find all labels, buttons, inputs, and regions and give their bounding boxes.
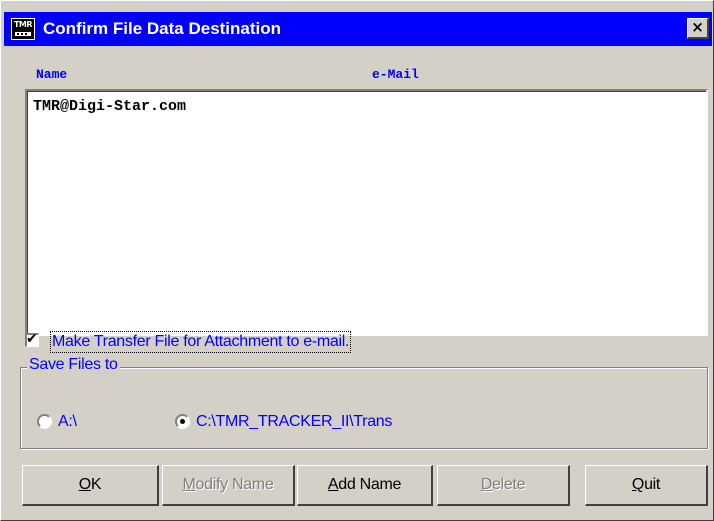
save-files-group-title: Save Files to (27, 356, 120, 374)
modify-name-button[interactable]: Modify Name (162, 465, 295, 506)
title-bar[interactable]: TMR Confirm File Data Destination × (4, 12, 712, 46)
confirm-file-dialog: TMR Confirm File Data Destination × Name… (0, 0, 714, 521)
list-item[interactable]: TMR@Digi-Star.com (33, 98, 186, 115)
column-header-email: e-Mail (372, 67, 419, 82)
tmr-app-icon: TMR (11, 18, 35, 40)
radio-selected-dot (180, 419, 185, 424)
delete-button[interactable]: Delete (437, 465, 570, 506)
save-files-group (20, 367, 708, 449)
window-title: Confirm File Data Destination (43, 19, 282, 38)
attachment-checkbox-label[interactable]: Make Transfer File for Attachment to e-m… (49, 331, 352, 353)
column-header-name: Name (36, 67, 68, 82)
recipient-listbox[interactable]: TMR@Digi-Star.com (25, 89, 708, 336)
radio-drive-a-label[interactable]: A:\ (58, 413, 77, 431)
ok-button[interactable]: OK (22, 465, 159, 506)
radio-drive-a[interactable] (37, 414, 52, 429)
radio-trans-folder-label[interactable]: C:\TMR_TRACKER_II\Trans (196, 413, 392, 431)
close-icon: × (691, 18, 704, 36)
close-button[interactable]: × (687, 18, 709, 39)
attachment-checkbox[interactable]: ✔ (25, 331, 39, 347)
quit-button[interactable]: Quit (585, 465, 708, 506)
checkmark-icon: ✔ (26, 331, 38, 347)
radio-trans-folder[interactable] (175, 414, 190, 429)
add-name-button[interactable]: Add Name (297, 465, 433, 506)
